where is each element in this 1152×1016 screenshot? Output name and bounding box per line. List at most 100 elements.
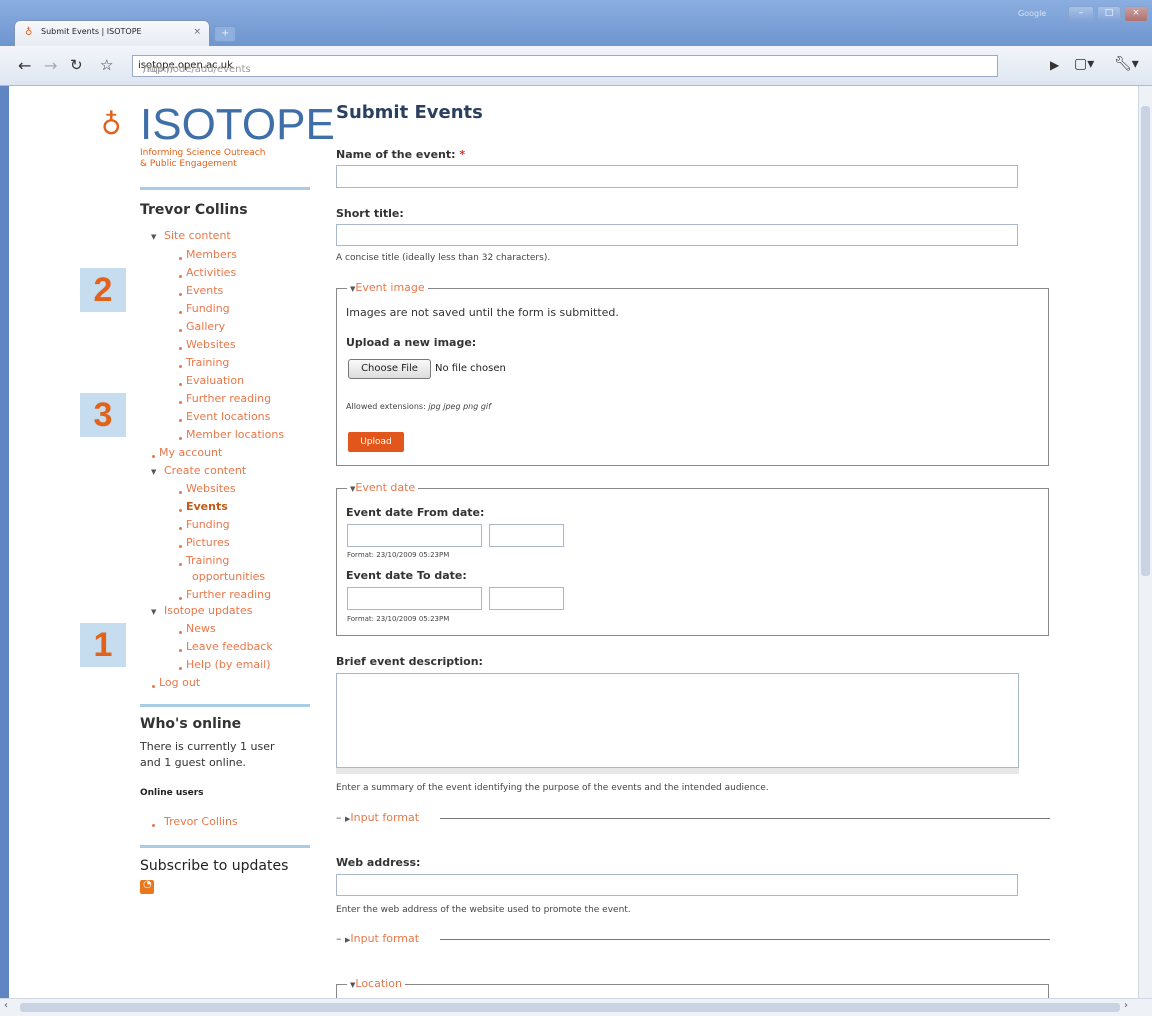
title-bar: ♁ Submit Events | ISOTOPE × + Google – □… xyxy=(0,0,1152,46)
bullet-icon xyxy=(179,293,182,296)
nav-my-account[interactable]: My account xyxy=(159,446,222,459)
nav-create-funding[interactable]: Funding xyxy=(186,518,230,531)
tab-title: Submit Events | ISOTOPE xyxy=(41,27,142,36)
nav-members[interactable]: Members xyxy=(186,248,237,261)
site-tagline: Informing Science Outreach & Public Enga… xyxy=(140,148,310,170)
nav-create-websites[interactable]: Websites xyxy=(186,482,236,495)
location-fieldset xyxy=(336,984,1049,998)
bullet-icon xyxy=(179,491,182,494)
web-address-help: Enter the web address of the website use… xyxy=(336,905,631,915)
images-note: Images are not saved until the form is s… xyxy=(346,306,619,319)
web-address-input[interactable] xyxy=(336,874,1018,896)
location-legend[interactable]: ▼Location xyxy=(347,977,405,990)
divider xyxy=(140,845,310,848)
nav-help-email[interactable]: Help (by email) xyxy=(186,658,270,671)
nav-site-content[interactable]: Site content xyxy=(164,229,231,242)
plus-icon: + xyxy=(221,28,230,39)
bullet-icon xyxy=(179,437,182,440)
allowed-ext-values: jpg jpeg png gif xyxy=(428,402,491,411)
event-date-legend[interactable]: ▼Event date xyxy=(347,481,419,494)
close-window-button[interactable]: × xyxy=(1124,6,1148,22)
input-format-toggle-2[interactable]: – ▶Input format xyxy=(336,932,419,945)
vertical-scroll-thumb[interactable] xyxy=(1141,106,1150,576)
whos-online-title: Who's online xyxy=(140,716,242,732)
bullet-icon xyxy=(179,597,182,600)
nav-training[interactable]: Training xyxy=(186,356,229,369)
fieldset-border xyxy=(440,939,1050,940)
marker-3: 3 xyxy=(80,393,126,437)
upload-button[interactable]: Upload xyxy=(348,432,404,452)
rss-feed-icon[interactable]: ◔ xyxy=(140,879,154,894)
input-format-toggle[interactable]: – ▶Input format xyxy=(336,811,419,824)
nav-funding[interactable]: Funding xyxy=(186,302,230,315)
marker-2: 2 xyxy=(80,268,126,312)
play-icon[interactable]: ▶ xyxy=(1050,58,1059,72)
bullet-icon xyxy=(179,365,182,368)
site-logo[interactable]: ISOTOPE xyxy=(140,100,335,150)
nav-events[interactable]: Events xyxy=(186,284,223,297)
bullet-icon xyxy=(179,347,182,350)
name-label: Name of the event: * xyxy=(336,148,465,161)
tab-submit-events[interactable]: ♁ Submit Events | ISOTOPE × xyxy=(14,20,210,46)
nav-activities[interactable]: Activities xyxy=(186,266,236,279)
short-title-input[interactable] xyxy=(336,224,1018,246)
wrench-menu-icon[interactable]: 🔧︎▾ xyxy=(1114,56,1139,72)
reload-icon[interactable]: ↻ xyxy=(70,56,83,74)
expanded-triangle-icon: ▼ xyxy=(151,233,157,241)
page-content: ♁ ISOTOPE Informing Science Outreach & P… xyxy=(9,86,1138,998)
required-mark: * xyxy=(459,148,466,161)
close-tab-icon[interactable]: × xyxy=(193,27,201,37)
bullet-icon xyxy=(179,649,182,652)
horizontal-scroll-thumb[interactable] xyxy=(20,1003,1120,1012)
from-date-input[interactable] xyxy=(347,524,482,547)
choose-file-button[interactable]: Choose File xyxy=(348,359,431,379)
maximize-button[interactable]: □ xyxy=(1097,6,1121,22)
to-date-input[interactable] xyxy=(347,587,482,610)
bullet-icon xyxy=(179,667,182,670)
page-title: Submit Events xyxy=(336,102,483,123)
nav-create-content[interactable]: Create content xyxy=(164,464,246,477)
nav-event-locations[interactable]: Event locations xyxy=(186,410,270,423)
nav-websites[interactable]: Websites xyxy=(186,338,236,351)
horizontal-scrollbar[interactable]: ‹ › xyxy=(0,998,1152,1016)
new-tab-button[interactable]: + xyxy=(214,26,236,42)
back-icon[interactable]: ← xyxy=(18,56,31,75)
nav-further-reading[interactable]: Further reading xyxy=(186,392,271,405)
brief-description-help: Enter a summary of the event identifying… xyxy=(336,783,769,793)
nav-news[interactable]: News xyxy=(186,622,216,635)
minimize-button[interactable]: – xyxy=(1068,6,1094,22)
nav-create-training-cont[interactable]: opportunities xyxy=(192,570,265,583)
forward-icon[interactable]: → xyxy=(44,56,57,75)
nav-isotope-updates[interactable]: Isotope updates xyxy=(164,604,252,617)
scroll-right-icon[interactable]: › xyxy=(1124,1000,1128,1011)
allowed-ext-prefix: Allowed extensions: xyxy=(346,402,426,411)
brief-description-textarea[interactable] xyxy=(336,673,1019,768)
vertical-scrollbar[interactable] xyxy=(1138,86,1152,998)
nav-create-training[interactable]: Training xyxy=(186,554,229,567)
bullet-icon xyxy=(179,401,182,404)
online-user-link[interactable]: Trevor Collins xyxy=(164,815,238,828)
scroll-left-icon[interactable]: ‹ xyxy=(4,1000,8,1011)
event-name-input[interactable] xyxy=(336,165,1018,188)
event-image-legend[interactable]: ▼Event image xyxy=(347,281,428,294)
nav-create-further-reading[interactable]: Further reading xyxy=(186,588,271,601)
nav-create-pictures[interactable]: Pictures xyxy=(186,536,230,549)
nav-gallery[interactable]: Gallery xyxy=(186,320,225,333)
from-time-input[interactable] xyxy=(489,524,564,547)
no-file-text: No file chosen xyxy=(435,363,506,374)
bullet-icon xyxy=(179,631,182,634)
bookmark-star-icon[interactable]: ☆ xyxy=(100,56,113,74)
textarea-resize-handle[interactable] xyxy=(336,768,1019,774)
nav-member-locations[interactable]: Member locations xyxy=(186,428,284,441)
nav-leave-feedback[interactable]: Leave feedback xyxy=(186,640,273,653)
bullet-icon xyxy=(179,419,182,422)
to-date-label: Event date To date: xyxy=(346,569,467,582)
to-time-input[interactable] xyxy=(489,587,564,610)
bullet-icon xyxy=(179,545,182,548)
address-bar[interactable]: http://isotope.open.ac.uk/?q=node/add/ev… xyxy=(132,55,998,77)
nav-log-out[interactable]: Log out xyxy=(159,676,200,689)
divider xyxy=(140,704,310,707)
nav-create-events[interactable]: Events xyxy=(186,500,228,513)
page-menu-icon[interactable]: ▢▾ xyxy=(1074,56,1094,72)
nav-evaluation[interactable]: Evaluation xyxy=(186,374,244,387)
